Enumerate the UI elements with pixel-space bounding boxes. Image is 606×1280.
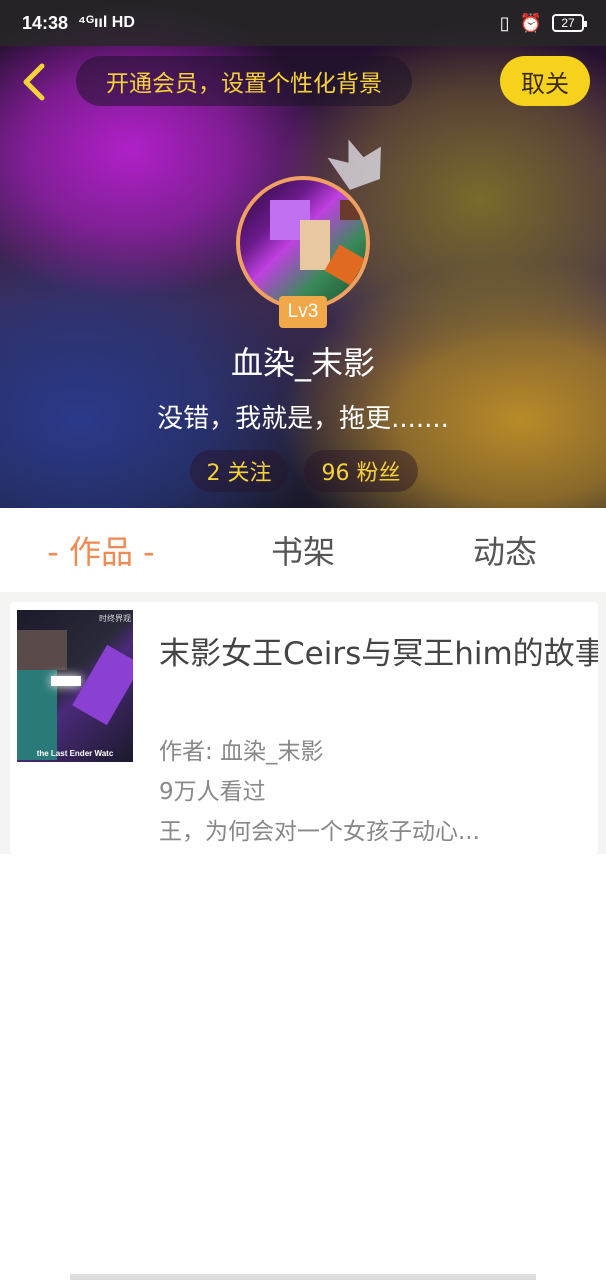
home-indicator: [70, 1274, 536, 1280]
following-count[interactable]: 2 关注: [190, 450, 288, 492]
status-right: ▯ ⏰ 27: [499, 12, 587, 34]
battery-icon: 27: [552, 14, 587, 32]
cover-top-text: 时终界观: [99, 614, 131, 623]
vip-background-prompt[interactable]: 开通会员，设置个性化背景: [76, 56, 412, 106]
book-title: 末影女王Ceirs与冥王him的故事: [159, 636, 598, 672]
avatar[interactable]: [236, 176, 370, 310]
tab-bookshelf[interactable]: 书架: [202, 508, 404, 592]
book-description: 王，为何会对一个女孩子动心...: [159, 819, 480, 845]
fans-count[interactable]: 96 粉丝: [304, 450, 418, 492]
status-bar: 14:38 ⁴ᴳııl HD ▯ ⏰ 27: [0, 0, 606, 46]
alarm-icon: ⏰: [519, 12, 542, 33]
book-views: 9万人看过: [159, 779, 266, 805]
level-badge: Lv3: [279, 296, 327, 328]
list-item[interactable]: 时终界观 the Last Ender Watc 末影女王Ceirs与冥王him…: [10, 602, 598, 854]
works-list: 时终界观 the Last Ender Watc 末影女王Ceirs与冥王him…: [0, 592, 606, 854]
status-time: 14:38: [22, 12, 69, 33]
book-author: 作者: 血染_末影: [159, 739, 324, 765]
tab-works[interactable]: - 作品 -: [0, 508, 202, 592]
user-bio: 没错，我就是，拖更.......: [157, 404, 449, 434]
profile-tabs: - 作品 - 书架 动态: [0, 508, 606, 592]
cover-caption: the Last Ender Watc: [36, 749, 114, 758]
crown-icon: [327, 139, 381, 190]
username: 血染_末影: [230, 344, 375, 382]
profile-header: 14:38 ⁴ᴳııl HD ▯ ⏰ 27 开通会员，设置个性化背景 取关 Lv…: [0, 0, 606, 508]
vibrate-icon: ▯: [499, 12, 510, 33]
tab-activity[interactable]: 动态: [404, 508, 606, 592]
chevron-left-icon: [23, 63, 45, 101]
back-button[interactable]: [14, 62, 54, 102]
book-cover: 时终界观 the Last Ender Watc: [17, 610, 133, 762]
unfollow-button[interactable]: 取关: [500, 56, 590, 106]
network-indicator: ⁴ᴳııl HD: [78, 14, 135, 31]
battery-level: 27: [561, 16, 575, 30]
